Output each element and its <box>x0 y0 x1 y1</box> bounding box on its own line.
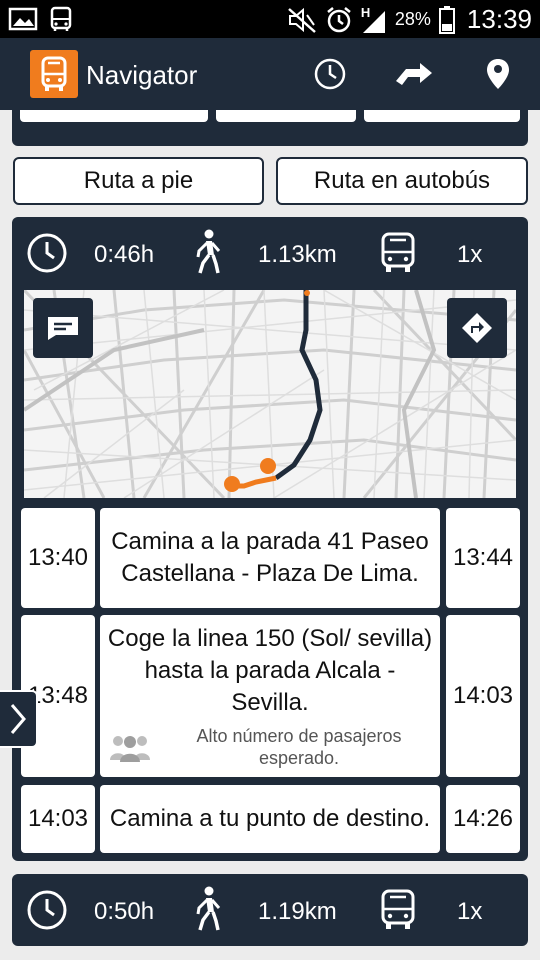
app-logo-bus-icon <box>30 50 78 98</box>
location-button[interactable] <box>476 52 520 96</box>
status-time: 13:39 <box>466 4 532 34</box>
map-info-button[interactable] <box>33 298 93 358</box>
step-end-time: 13:44 <box>446 508 520 608</box>
directions-icon <box>462 313 492 343</box>
route-bus-count: 1x <box>457 241 483 268</box>
step-description[interactable]: Camina a la parada 41 Paseo Castellana -… <box>100 508 440 608</box>
route-distance: 1.13km <box>258 241 337 268</box>
app-title: Navigator <box>86 60 198 90</box>
directions-arrow-icon <box>396 63 432 85</box>
step-end-time: 14:26 <box>446 785 520 853</box>
crowd-warning-text: Alto número de pasajeros esperado. <box>196 726 402 768</box>
image-icon <box>8 7 38 31</box>
battery-icon <box>438 5 455 34</box>
crowd-icon <box>110 736 150 762</box>
step-start-time: 14:03 <box>21 785 95 853</box>
route-bus-count: 1x <box>457 898 483 925</box>
crowd-warning: Alto número de pasajeros esperado. <box>104 725 436 769</box>
route-duration: 0:50h <box>94 898 155 925</box>
bus-notification-icon <box>50 6 72 31</box>
bus-icon <box>381 232 415 272</box>
step-description[interactable]: Camina a tu punto de destino. <box>100 785 440 853</box>
route-distance: 1.19km <box>258 898 337 925</box>
map-directions-button[interactable] <box>447 298 507 358</box>
tab-walk-route[interactable]: Ruta a pie <box>13 157 264 205</box>
route-duration: 0:46h <box>94 241 155 268</box>
signal-icon: H <box>361 5 387 35</box>
route-summary: 0:46h 1.13km 1x <box>12 217 528 289</box>
mute-icon <box>288 7 316 33</box>
app-bar: Navigator <box>0 38 540 110</box>
route-card[interactable]: 0:46h 1.13km 1x 13:40 Camina a la parada… <box>12 217 528 861</box>
route-card[interactable]: 0:50h 1.19km 1x <box>12 874 528 946</box>
route-summary: 0:50h 1.19km 1x <box>12 874 528 946</box>
clock-icon <box>314 58 346 90</box>
alarm-icon <box>327 6 351 32</box>
directions-button[interactable] <box>392 52 436 96</box>
clock-icon <box>27 890 67 930</box>
message-icon <box>48 317 78 340</box>
route-map[interactable] <box>24 290 516 498</box>
step-description[interactable]: Coge la linea 150 (Sol/ sevilla) hasta l… <box>100 615 440 777</box>
step-text: Coge la linea 150 (Sol/ sevilla) hasta l… <box>107 625 433 716</box>
side-drawer-toggle[interactable] <box>0 690 38 748</box>
step-start-time: 13:40 <box>21 508 95 608</box>
battery-percent: 28% <box>394 9 431 29</box>
location-pin-icon <box>487 59 509 89</box>
tab-bus-route[interactable]: Ruta en autobús <box>276 157 528 205</box>
walk-icon <box>196 229 221 274</box>
clock-icon <box>27 233 67 273</box>
map-streets <box>24 290 516 498</box>
step-text: Camina a la parada 41 Paseo Castellana -… <box>111 528 429 587</box>
step-text: Camina a tu punto de destino. <box>109 805 431 832</box>
step-end-time: 14:03 <box>446 615 520 777</box>
status-bar: H 28% 13:39 <box>0 0 540 38</box>
bus-icon <box>381 889 415 929</box>
previous-route-card <box>12 110 528 146</box>
chevron-right-icon <box>10 704 26 734</box>
schedule-button[interactable] <box>308 52 352 96</box>
walk-icon <box>196 886 221 931</box>
